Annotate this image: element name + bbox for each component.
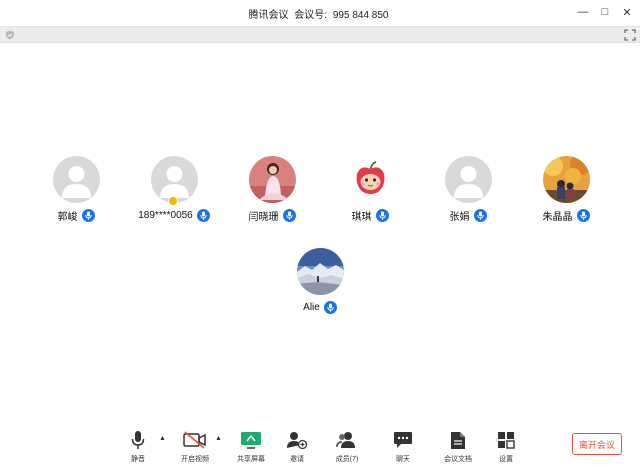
- window-title: 腾讯会议 会议号: 995 844 850: [0, 6, 640, 21]
- document-icon: [451, 431, 465, 449]
- maximize-button[interactable]: □: [596, 4, 614, 20]
- microphone-icon: [131, 431, 145, 449]
- avatar-photo: [248, 156, 296, 203]
- participant-name: 郭峻: [57, 211, 78, 223]
- participant-name: Alie: [303, 301, 320, 313]
- default-avatar-icon: [61, 166, 91, 198]
- default-avatar-icon: [453, 166, 483, 198]
- microphone-icon: [473, 208, 487, 222]
- chat-label: 聊天: [396, 456, 410, 463]
- participant-tile[interactable]: Alie: [274, 248, 366, 314]
- add-user-icon: [287, 432, 308, 449]
- close-button[interactable]: ✕: [618, 4, 636, 20]
- microphone-icon: [375, 208, 389, 222]
- grid-settings-icon: [498, 432, 515, 449]
- meeting-id: 995 844 850: [332, 10, 389, 21]
- members-button[interactable]: 成员(7): [317, 429, 377, 464]
- participant-tile[interactable]: 189****0056: [128, 156, 220, 222]
- cartoon-apple-icon: [346, 156, 394, 203]
- microphone-icon: [576, 208, 590, 222]
- share-screen-label: 共享屏幕: [237, 456, 265, 463]
- settings-label: 设置: [499, 456, 513, 463]
- leave-meeting-button[interactable]: 离开会议: [572, 433, 622, 455]
- photo-woman-icon: [248, 156, 296, 203]
- avatar-photo: [296, 248, 344, 295]
- chat-icon: [394, 432, 412, 448]
- participant-tile[interactable]: 闫晓珊: [226, 156, 318, 223]
- participant-name: 琪琪: [351, 211, 372, 223]
- invite-label: 邀请: [290, 456, 304, 463]
- participant-tile[interactable]: 郭峻: [30, 156, 122, 223]
- photo-autumn-icon: [542, 156, 590, 203]
- host-badge-icon: [168, 196, 178, 206]
- mute-label: 静音: [131, 456, 145, 463]
- settings-button[interactable]: 设置: [476, 429, 536, 464]
- participant-tile[interactable]: 琪琪: [324, 156, 416, 223]
- participant-name: 189****0056: [138, 209, 193, 221]
- avatar: [444, 156, 492, 203]
- avatar-cartoon: [346, 156, 394, 203]
- meeting-id-label: 会议号:: [294, 10, 328, 21]
- participant-name: 闫晓珊: [248, 211, 279, 223]
- microphone-icon: [81, 208, 95, 222]
- minimize-button[interactable]: —: [574, 4, 592, 20]
- participant-name: 朱晶晶: [542, 211, 573, 223]
- participant-tile[interactable]: 朱晶晶: [520, 156, 612, 223]
- microphone-icon: [282, 208, 296, 222]
- shield-icon[interactable]: [5, 30, 15, 40]
- video-off-icon: [183, 431, 206, 449]
- title-bar: 腾讯会议 会议号: 995 844 850 — □ ✕: [0, 0, 640, 26]
- members-icon: [336, 432, 355, 448]
- participant-name: 张娟: [449, 211, 470, 223]
- share-screen-icon: [241, 432, 261, 449]
- participant-tile[interactable]: 张娟: [422, 156, 514, 223]
- members-label: 成员(7): [335, 456, 359, 463]
- meeting-toolbar: 静音 ▲ 开启视频 ▲ 共享屏幕 邀请 成员(7) 聊天 会议文档 设置 离开会…: [0, 422, 640, 465]
- microphone-icon: [196, 208, 210, 222]
- meeting-info-strip: [0, 26, 640, 43]
- avatar: [52, 156, 100, 203]
- chat-button[interactable]: 聊天: [373, 429, 433, 464]
- photo-snow-landscape-icon: [296, 248, 344, 295]
- app-name: 腾讯会议: [248, 10, 289, 21]
- start-video-label: 开启视频: [181, 456, 209, 463]
- avatar-photo: [542, 156, 590, 203]
- fullscreen-icon[interactable]: [624, 29, 636, 41]
- microphone-icon: [323, 300, 337, 314]
- meeting-docs-label: 会议文档: [444, 456, 472, 463]
